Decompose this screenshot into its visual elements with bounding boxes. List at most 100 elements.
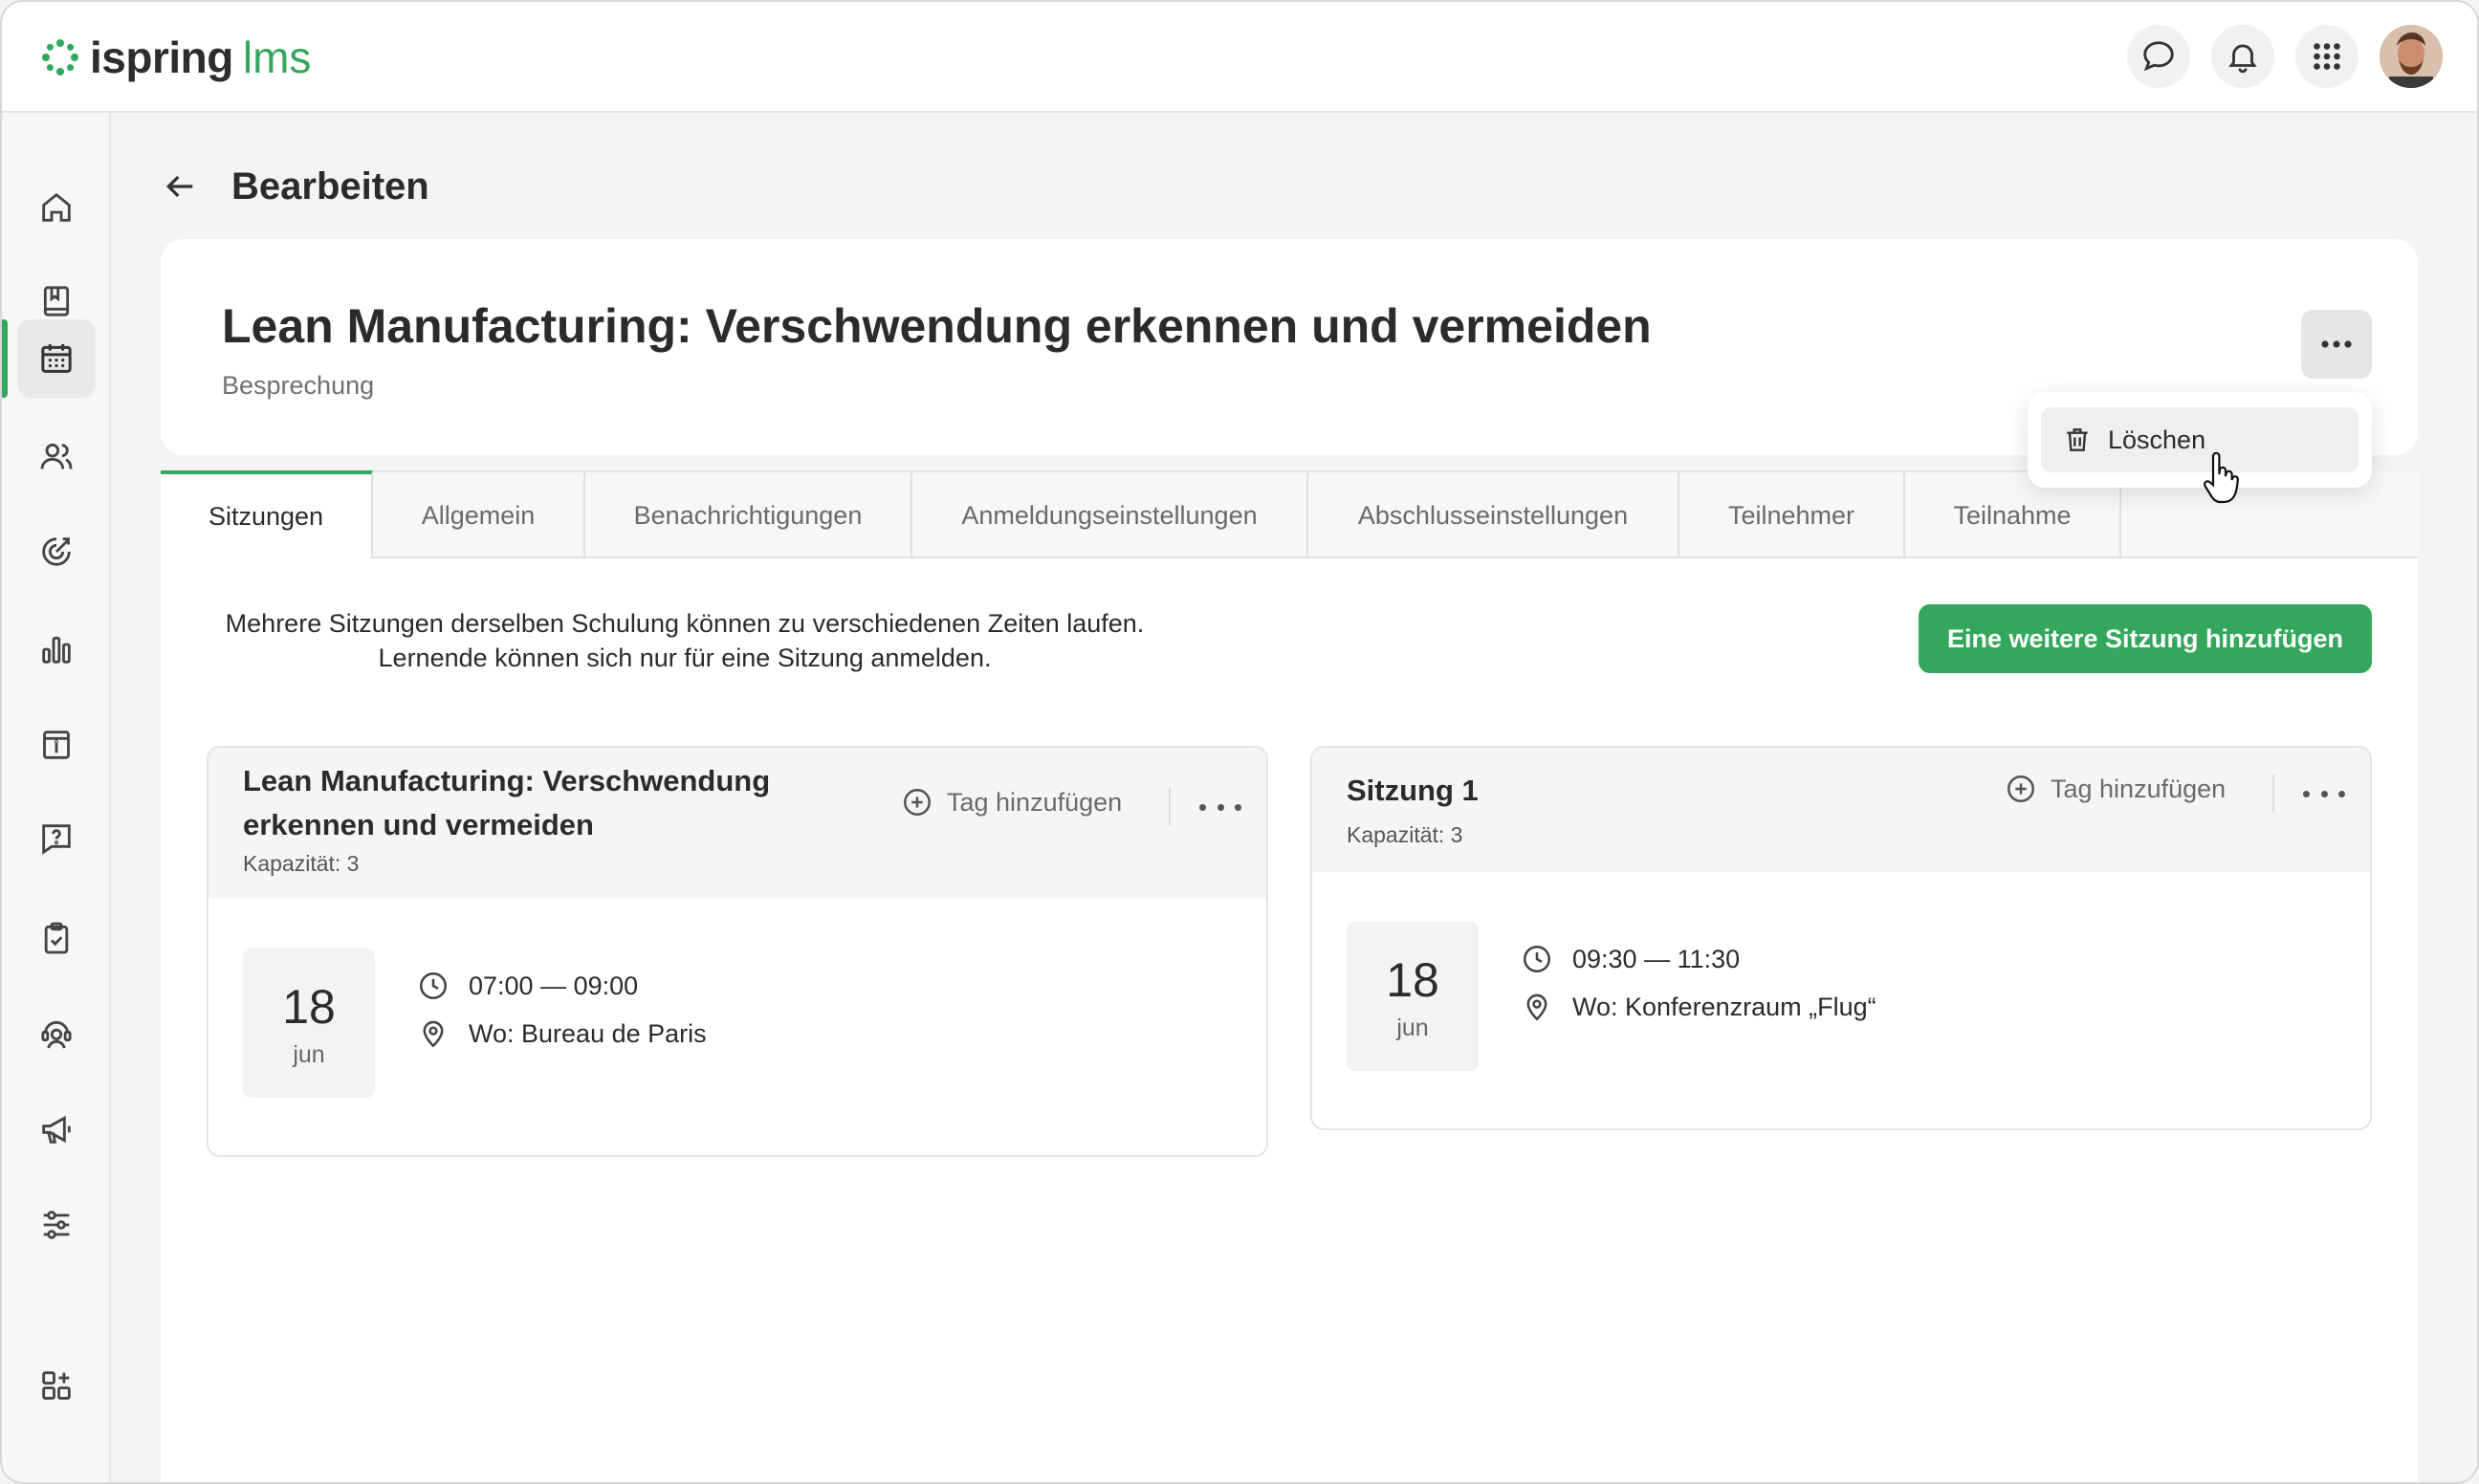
page-header: Bearbeiten [161, 155, 429, 218]
session-time-text: 07:00 — 09:00 [469, 971, 639, 1000]
apps-add-icon [42, 1371, 71, 1400]
session-more-button[interactable] [2303, 784, 2345, 803]
tab-anmeldungseinstellungen[interactable]: Anmeldungseinstellungen [912, 470, 1308, 558]
session-capacity: Kapazität: 3 [1347, 822, 1463, 847]
plus-circle-icon [2007, 775, 2035, 803]
sidebar-item-calendar[interactable] [17, 319, 96, 398]
user-avatar[interactable] [2380, 25, 2443, 88]
sessions-intro: Mehrere Sitzungen derselben Schulung kön… [207, 606, 1163, 675]
user-photo-icon [2380, 25, 2443, 88]
bell-icon [2228, 44, 2257, 74]
map-pin-icon [1526, 993, 1547, 1021]
session-time: 07:00 — 09:00 [417, 970, 638, 1002]
logo[interactable]: ispring lms [40, 27, 311, 88]
logo-suffix: lms [242, 33, 312, 82]
course-actions-menu: Löschen [2028, 392, 2372, 488]
question-bubble-icon [42, 824, 71, 855]
session-day: 18 [282, 979, 336, 1034]
add-tag-label: Tag hinzufügen [947, 787, 1123, 817]
session-more-button[interactable] [1199, 797, 1241, 817]
intro-line-1: Mehrere Sitzungen derselben Schulung kön… [225, 609, 1145, 638]
trash-icon [2067, 428, 2088, 451]
arrow-left-icon[interactable] [161, 167, 199, 206]
page-title: Bearbeiten [231, 164, 429, 207]
tab-abschlusseinstellungen[interactable]: Abschlusseinstellungen [1308, 470, 1679, 558]
tab-teilnehmer[interactable]: Teilnehmer [1679, 470, 1905, 558]
session-title-line-1: Lean Manufacturing: Verschwendung [243, 764, 771, 797]
info-board-icon [43, 731, 70, 759]
add-tag-button[interactable]: Tag hinzufügen [901, 786, 1122, 818]
session-day: 18 [1386, 952, 1439, 1007]
session-time: 09:30 — 11:30 [1521, 943, 1740, 975]
session-location-text: Wo: Bureau de Paris [469, 1018, 707, 1048]
session-capacity: Kapazität: 3 [243, 851, 360, 876]
sidebar-item-settings[interactable] [17, 1186, 96, 1264]
logo-word: ispring [90, 33, 233, 82]
sidebar-item-info[interactable] [17, 706, 96, 784]
session-card: Sitzung 1 Kapazität: 3 Tag hinzufügen 18… [1310, 746, 2372, 1130]
add-session-button[interactable]: Eine weitere Sitzung hinzufügen [1918, 604, 2372, 673]
session-title-line-2: erkennen und vermeiden [243, 808, 594, 841]
more-horizontal-icon [2321, 340, 2352, 348]
chat-bubble-icon [2143, 41, 2174, 72]
dot-icon [1235, 803, 1241, 811]
session-location-text: Wo: Konferenzraum „Flug“ [1572, 992, 1876, 1021]
sidebar-item-users[interactable] [17, 417, 96, 495]
dot-icon [1217, 803, 1224, 811]
tab-benachrichtigungen[interactable]: Benachrichtigungen [585, 470, 912, 558]
calendar-icon [41, 344, 72, 373]
clipboard-check-icon [44, 922, 69, 954]
session-card: Lean Manufacturing: Verschwendung erkenn… [207, 746, 1268, 1157]
delete-menu-item[interactable]: Löschen [2041, 407, 2358, 472]
session-date: 18 jun [243, 949, 375, 1098]
tab-allgemein[interactable]: Allgemein [373, 470, 585, 558]
delete-label: Löschen [2108, 425, 2206, 454]
target-icon [42, 537, 71, 566]
sidebar-item-integrations[interactable] [17, 1346, 96, 1425]
bar-chart-icon [42, 636, 71, 664]
book-icon [43, 286, 70, 316]
session-month: jun [293, 1040, 325, 1068]
sidebar-item-announcements[interactable] [17, 1090, 96, 1168]
apps-button[interactable] [2295, 25, 2358, 88]
dot-icon [2303, 790, 2310, 797]
megaphone-icon [42, 1115, 71, 1144]
course-more-button[interactable] [2301, 310, 2372, 379]
map-pin-icon [423, 1020, 444, 1048]
sidebar-item-reports[interactable] [17, 610, 96, 688]
dot-icon [1199, 803, 1206, 811]
dot-icon [2338, 790, 2345, 797]
sliders-icon [43, 1211, 70, 1239]
session-card-header: Lean Manufacturing: Verschwendung erkenn… [208, 748, 1266, 899]
sidebar-item-help[interactable] [17, 799, 96, 878]
session-date: 18 jun [1347, 922, 1479, 1071]
session-title: Sitzung 1 [1347, 769, 1479, 813]
ispring-logo-icon [42, 39, 78, 76]
users-icon [40, 443, 73, 469]
header-divider [2272, 775, 2274, 813]
add-tag-label: Tag hinzufügen [2051, 774, 2227, 803]
notifications-button[interactable] [2211, 25, 2274, 88]
sidebar-item-goals[interactable] [17, 513, 96, 591]
session-title-line-1: Sitzung 1 [1347, 774, 1479, 807]
app-window: ispring lms Bearbeiten Lean Manufacturin… [0, 0, 2479, 1484]
session-month: jun [1396, 1014, 1429, 1041]
header-divider [1169, 788, 1171, 826]
plus-circle-icon [903, 788, 932, 817]
course-title: Lean Manufacturing: Verschwendung erkenn… [222, 299, 1652, 353]
sidebar [2, 113, 111, 1482]
intro-line-2: Lernende können sich nur für eine Sitzun… [378, 644, 992, 672]
sidebar-item-assignments[interactable] [17, 899, 96, 977]
home-icon [42, 192, 71, 222]
session-time-text: 09:30 — 11:30 [1572, 944, 1741, 973]
sessions-panel: Mehrere Sitzungen derselben Schulung kön… [161, 558, 2418, 1482]
chat-button[interactable] [2127, 25, 2190, 88]
tab-sitzungen[interactable]: Sitzungen [161, 470, 373, 560]
session-card-header: Sitzung 1 Kapazität: 3 Tag hinzufügen [1312, 748, 2370, 872]
hand-cursor-icon [2203, 451, 2239, 504]
add-tag-button[interactable]: Tag hinzufügen [2005, 773, 2226, 805]
sidebar-item-home[interactable] [17, 168, 96, 247]
sidebar-item-support[interactable] [17, 994, 96, 1073]
sidebar-active-indicator [2, 319, 8, 398]
clock-icon [1523, 945, 1551, 973]
